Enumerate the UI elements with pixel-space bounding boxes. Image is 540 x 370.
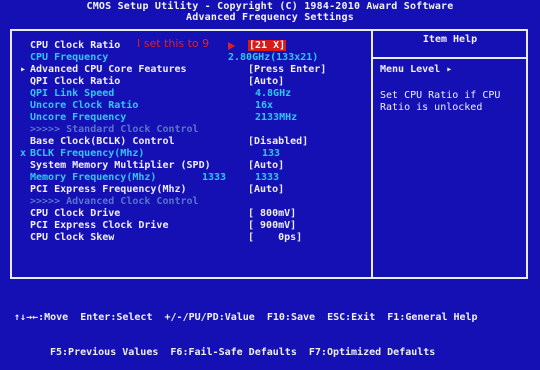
setting-label: Uncore Clock Ratio [30, 100, 139, 111]
footer-line1: ↑↓→←:Move Enter:Select +/-/PU/PD:Value F… [14, 312, 478, 323]
setting-value-cpu-frequency: 2.80GHz(133x21) [228, 52, 319, 63]
setting-row-cpu-frequency: CPU Frequency [20, 52, 108, 64]
help-text-line1: Set CPU Ratio if CPU [380, 90, 501, 101]
header-title-line2: Advanced Frequency Settings [186, 12, 354, 23]
setting-label: CPU Clock Skew [30, 232, 115, 243]
setting-label: Memory Frequency(Mhz) [30, 172, 157, 183]
setting-label: QPI Link Speed [30, 88, 115, 99]
x-marker-icon: x [20, 148, 27, 159]
panel-divider [371, 31, 373, 277]
setting-row-cpu-clock-ratio[interactable]: CPU Clock Ratio [20, 40, 120, 52]
setting-label: PCI Express Frequency(Mhz) [30, 184, 187, 195]
setting-value-pci-express-frequency[interactable]: [Auto] [248, 184, 284, 196]
setting-value-qpi-link-speed: 4.8GHz [255, 88, 292, 99]
section-label: >>>>> Advanced Clock Control [30, 196, 199, 207]
help-panel-title: Item Help [422, 34, 478, 45]
setting-value-qpi-clock-ratio[interactable]: [Auto] [248, 76, 284, 88]
bios-footer: ↑↓→←:Move Enter:Select +/-/PU/PD:Value F… [0, 289, 540, 370]
setting-row-system-memory-multiplier[interactable]: System Memory Multiplier (SPD) [20, 160, 211, 172]
setting-value-base-clock-control[interactable]: [Disabled] [248, 136, 308, 148]
setting-row-cpu-clock-drive[interactable]: CPU Clock Drive [20, 208, 120, 220]
bios-header: CMOS Setup Utility - Copyright (C) 1984-… [0, 1, 540, 23]
setting-label: Uncore Frequency [30, 112, 127, 123]
setting-value-cpu-clock-skew[interactable]: [ 0ps] [248, 232, 302, 244]
setting-row-advanced-cpu-core-features[interactable]: ▸ Advanced CPU Core Features [20, 64, 187, 76]
setting-label: System Memory Multiplier (SPD) [30, 160, 211, 171]
setting-label: QPI Clock Ratio [30, 76, 121, 87]
help-menu-level: Menu Level ▸ [380, 64, 452, 76]
setting-value-pci-express-clock-drive[interactable]: [ 900mV] [248, 220, 296, 232]
setting-value-system-memory-multiplier[interactable]: [Auto] [248, 160, 284, 172]
memory-frequency-readout: 1333 [202, 172, 227, 183]
section-label: >>>>> Standard Clock Control [30, 124, 199, 135]
setting-row-qpi-link-speed: QPI Link Speed [20, 88, 114, 100]
setting-value-uncore-frequency: 2133MHz [255, 112, 298, 123]
footer-line2: F5:Previous Values F6:Fail-Safe Defaults… [50, 347, 436, 358]
section-header-advanced-clock-control: >>>>> Advanced Clock Control [20, 196, 199, 208]
help-title-divider [373, 57, 526, 59]
setting-label: CPU Clock Drive [30, 208, 121, 219]
setting-value-uncore-clock-ratio: 16x [255, 100, 274, 111]
submenu-arrow-icon: ▸ [20, 64, 27, 75]
setting-value-advanced-cpu-core-features[interactable]: [Press Enter] [248, 64, 326, 76]
setting-row-uncore-clock-ratio: Uncore Clock Ratio [20, 100, 138, 112]
menu-level-arrow-icon: ▸ [446, 64, 453, 75]
setting-row-uncore-frequency: Uncore Frequency [20, 112, 126, 124]
setting-row-base-clock-control[interactable]: Base Clock(BCLK) Control [20, 136, 175, 148]
setting-row-pci-express-frequency[interactable]: PCI Express Frequency(Mhz) [20, 184, 187, 196]
setting-row-pci-express-clock-drive[interactable]: PCI Express Clock Drive [20, 220, 168, 232]
selected-value-highlight: [21 X] [248, 40, 287, 51]
menu-level-label: Menu Level [380, 64, 441, 75]
setting-label: CPU Frequency [30, 52, 109, 63]
setting-value-bclk-frequency: 133 [262, 148, 281, 159]
setting-row-cpu-clock-skew[interactable]: CPU Clock Skew [20, 232, 114, 244]
header-title-line1: CMOS Setup Utility - Copyright (C) 1984-… [86, 1, 454, 12]
setting-label: Base Clock(BCLK) Control [30, 136, 175, 147]
setting-value-cpu-clock-drive[interactable]: [ 800mV] [248, 208, 296, 220]
setting-label: PCI Express Clock Drive [30, 220, 169, 231]
setting-value-memory-frequency: 1333 [255, 172, 280, 183]
setting-label: BCLK Frequency(Mhz) [30, 148, 145, 159]
setting-label: Advanced CPU Core Features [30, 64, 187, 75]
annotation-text: I set this to 9 [137, 37, 210, 50]
setting-row-memory-frequency: Memory Frequency(Mhz) [20, 172, 156, 184]
help-text-line2: Ratio is unlocked [380, 102, 483, 113]
setting-row-qpi-clock-ratio[interactable]: QPI Clock Ratio [20, 76, 120, 88]
setting-label: CPU Clock Ratio [30, 40, 121, 51]
section-header-standard-clock-control: >>>>> Standard Clock Control [20, 124, 199, 136]
setting-row-bclk-frequency: x BCLK Frequency(Mhz) [20, 148, 144, 160]
setting-value-cpu-clock-ratio[interactable]: [21 X] [248, 40, 287, 52]
